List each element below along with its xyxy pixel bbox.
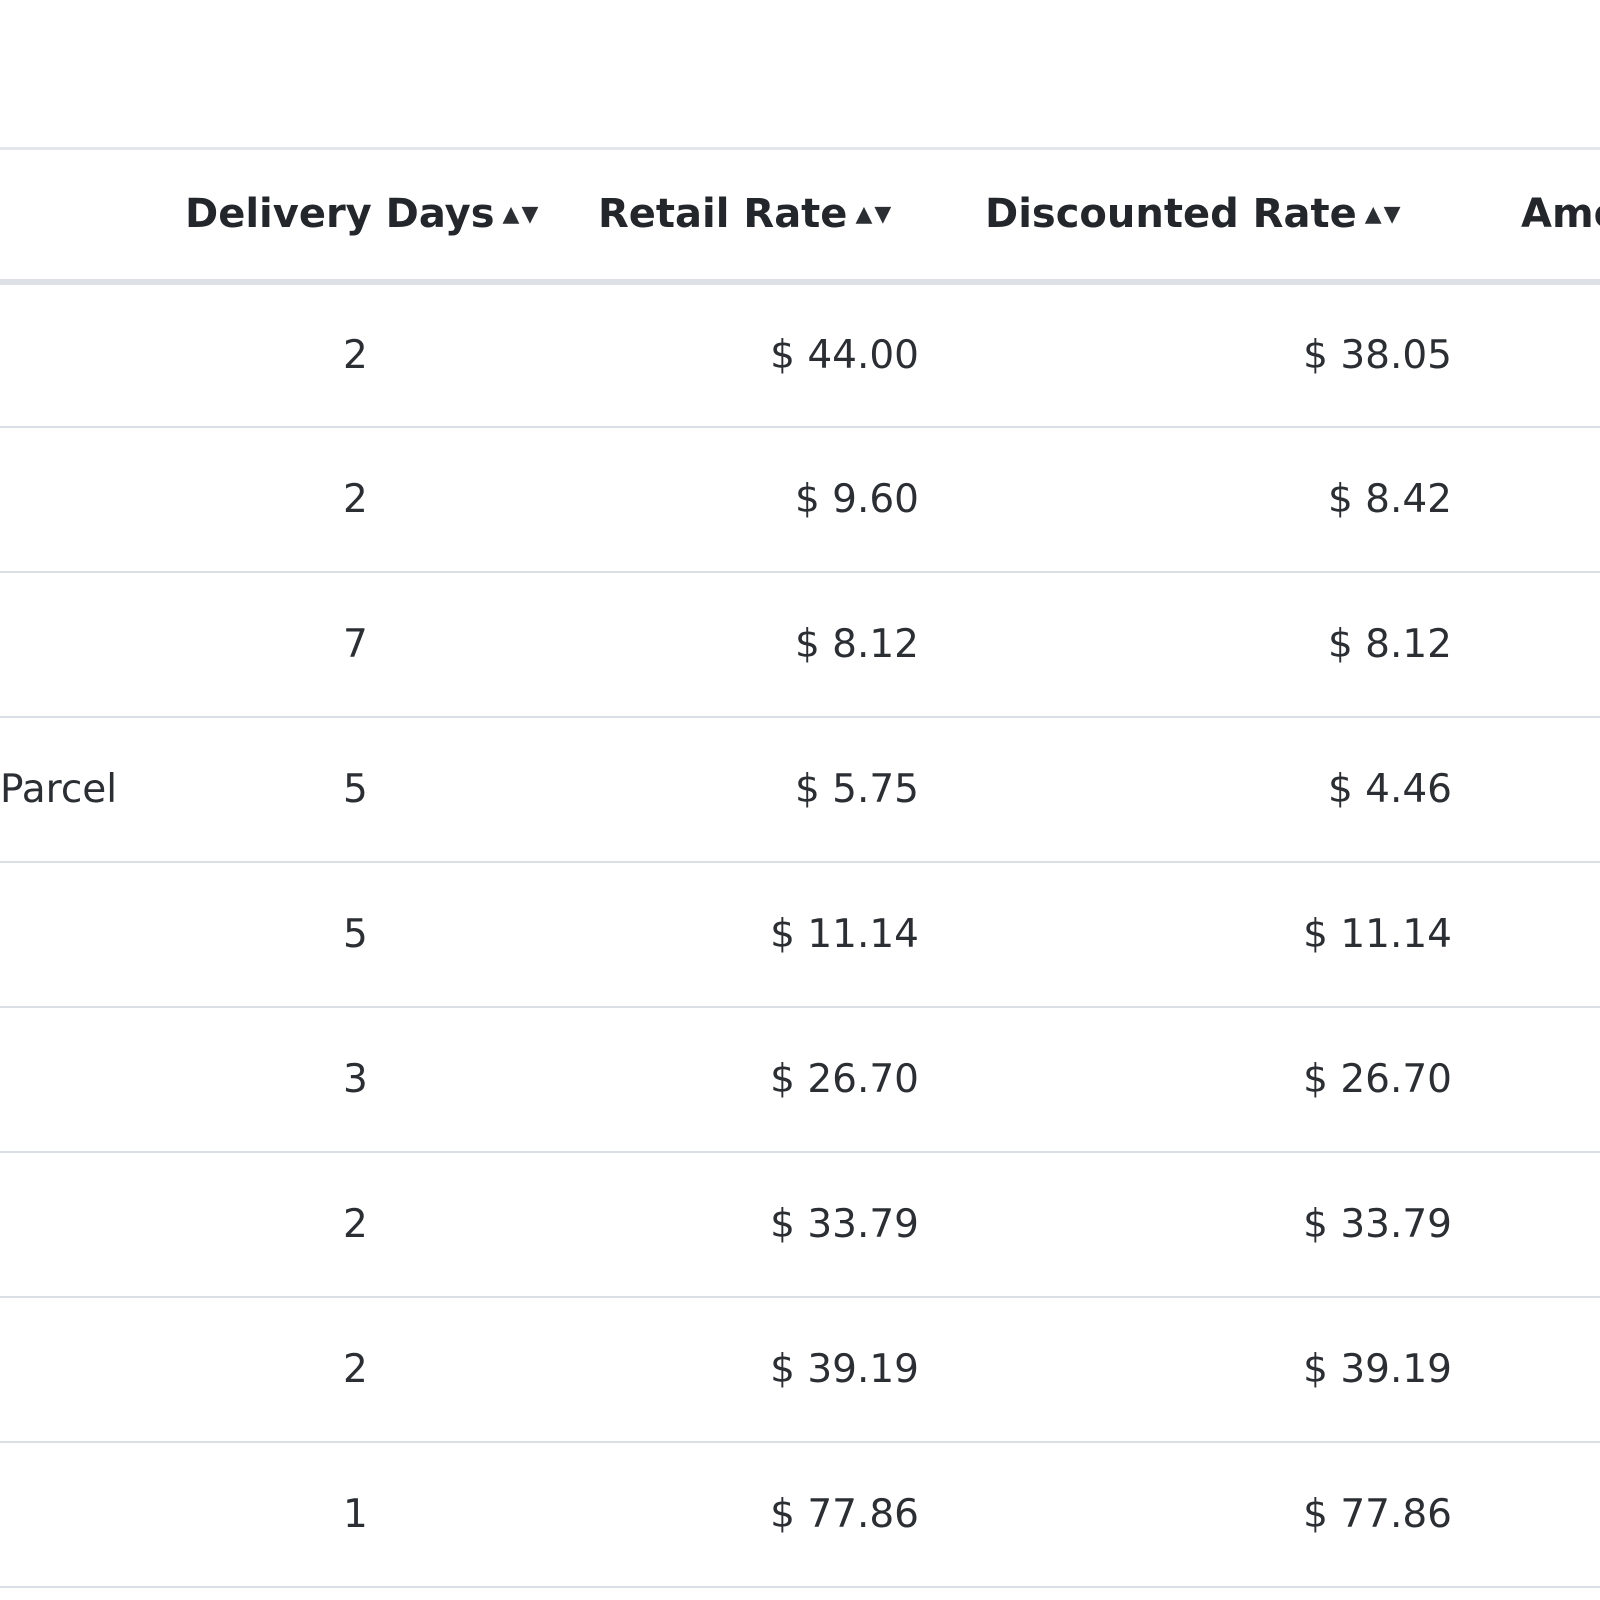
service-cell [0,282,183,427]
service-column-header [0,149,183,282]
delivery-days-cell: 1 [343,1491,368,1537]
service-cell [0,1442,183,1587]
service-cell [0,572,183,717]
table-row[interactable]: 3 $ 26.70 $ 26.70 [0,1007,1600,1152]
amount-cell [1455,282,1600,427]
service-cell: Parcel [0,766,118,812]
retail-rate-cell: $ 77.86 [770,1491,919,1537]
retail-rate-column-header[interactable]: Retail Rate ▲▼ [565,149,923,282]
retail-rate-cell: $ 9.60 [794,476,919,522]
discounted-rate-cell: $ 33.79 [1303,1201,1452,1247]
table-body: 2 $ 44.00 $ 38.05 2 $ 9.60 $ 8.42 7 $ 8.… [0,282,1600,1587]
sort-arrows-icon[interactable]: ▲▼ [1365,202,1403,227]
delivery-days-cell: 2 [343,332,368,378]
retail-rate-cell: $ 33.79 [770,1201,919,1247]
rates-panel: Delivery Days ▲▼ Retail Rate ▲▼ Discounted… [0,0,1600,1600]
discounted-rate-cell: $ 77.86 [1303,1491,1452,1537]
discounted-rate-cell: $ 8.12 [1327,621,1452,667]
table-row[interactable]: 7 $ 8.12 $ 8.12 [0,572,1600,717]
delivery-days-cell: 2 [343,476,368,522]
delivery-days-cell: 7 [343,621,368,667]
amount-column-header[interactable]: Amoun [1455,149,1600,282]
discounted-rate-header-label: Discounted Rate [985,191,1357,238]
discounted-rate-column-header[interactable]: Discounted Rate ▲▼ [923,149,1455,282]
amount-cell [1455,717,1600,862]
service-cell [0,1152,183,1297]
table-header-row: Delivery Days ▲▼ Retail Rate ▲▼ Discounted… [0,149,1600,282]
discounted-rate-cell: $ 11.14 [1303,911,1452,957]
table-row[interactable]: 5 $ 11.14 $ 11.14 [0,862,1600,1007]
delivery-days-header-label: Delivery Days [185,191,495,238]
service-cell [0,1297,183,1442]
amount-cell [1455,572,1600,717]
service-cell [0,1007,183,1152]
delivery-days-cell: 5 [343,766,368,812]
discounted-rate-cell: $ 4.46 [1327,766,1452,812]
table-row[interactable]: 1 $ 77.86 $ 77.86 [0,1442,1600,1587]
amount-cell [1455,427,1600,572]
amount-cell [1455,1007,1600,1152]
discounted-rate-cell: $ 39.19 [1303,1346,1452,1392]
service-cell [0,862,183,1007]
sort-arrows-icon[interactable]: ▲▼ [503,202,541,227]
delivery-days-column-header[interactable]: Delivery Days ▲▼ [183,149,565,282]
amount-cell [1455,862,1600,1007]
table-row[interactable]: Parcel 5 $ 5.75 $ 4.46 [0,717,1600,862]
delivery-days-cell: 2 [343,1201,368,1247]
delivery-days-cell: 3 [343,1056,368,1102]
discounted-rate-cell: $ 8.42 [1327,476,1452,522]
sort-arrows-icon[interactable]: ▲▼ [855,202,893,227]
retail-rate-header-label: Retail Rate [598,191,848,238]
table-row[interactable]: 2 $ 9.60 $ 8.42 [0,427,1600,572]
table-row[interactable]: 2 $ 39.19 $ 39.19 [0,1297,1600,1442]
delivery-days-cell: 5 [343,911,368,957]
table-row[interactable]: 2 $ 44.00 $ 38.05 [0,282,1600,427]
discounted-rate-cell: $ 26.70 [1303,1056,1452,1102]
retail-rate-cell: $ 26.70 [770,1056,919,1102]
delivery-days-cell: 2 [343,1346,368,1392]
discounted-rate-cell: $ 38.05 [1303,332,1452,378]
amount-header-label: Amoun [1521,191,1600,238]
amount-cell [1455,1442,1600,1587]
retail-rate-cell: $ 5.75 [794,766,919,812]
amount-cell [1455,1297,1600,1442]
retail-rate-cell: $ 11.14 [770,911,919,957]
table-row[interactable]: 2 $ 33.79 $ 33.79 [0,1152,1600,1297]
retail-rate-cell: $ 44.00 [770,332,919,378]
table-header: Delivery Days ▲▼ Retail Rate ▲▼ Discounted… [0,149,1600,282]
shipping-rates-table: Delivery Days ▲▼ Retail Rate ▲▼ Discounted… [0,147,1600,1588]
retail-rate-cell: $ 39.19 [770,1346,919,1392]
retail-rate-cell: $ 8.12 [794,621,919,667]
amount-cell [1455,1152,1600,1297]
service-cell [0,427,183,572]
